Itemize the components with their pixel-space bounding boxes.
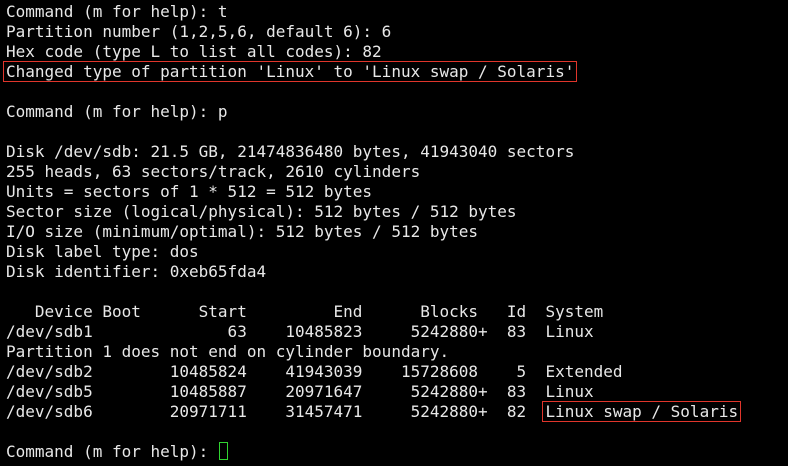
partition-table-header: Device Boot Start End Blocks Id System: [6, 302, 604, 321]
sector-size-line: Sector size (logical/physical): 512 byte…: [6, 202, 517, 221]
terminal-line: Sector size (logical/physical): 512 byte…: [6, 202, 788, 222]
terminal-line: Disk label type: dos: [6, 242, 788, 262]
terminal-line: Hex code (type L to list all codes): 82: [6, 42, 788, 62]
terminal-line: Command (m for help): t: [6, 2, 788, 22]
command-prompt: Command (m for help):: [6, 442, 218, 461]
terminal-line: Units = sectors of 1 * 512 = 512 bytes: [6, 182, 788, 202]
partition-row-sdb5: /dev/sdb5 10485887 20971647 5242880+ 83 …: [6, 382, 594, 401]
units-line: Units = sectors of 1 * 512 = 512 bytes: [6, 182, 373, 201]
partition-number-line: Partition number (1,2,5,6, default 6): 6: [6, 22, 392, 41]
command-line: Command (m for help): p: [6, 102, 228, 121]
terminal-line: Disk /dev/sdb: 21.5 GB, 21474836480 byte…: [6, 142, 788, 162]
table-row: /dev/sdb6 20971711 31457471 5242880+ 82 …: [6, 401, 788, 422]
partition-row-sdb6: /dev/sdb6 20971711 31457471 5242880+ 82: [6, 402, 546, 421]
geometry-line: 255 heads, 63 sectors/track, 2610 cylind…: [6, 162, 421, 181]
terminal-line: I/O size (minimum/optimal): 512 bytes / …: [6, 222, 788, 242]
io-size-line: I/O size (minimum/optimal): 512 bytes / …: [6, 222, 479, 241]
terminal-line: Changed type of partition 'Linux' to 'Li…: [2, 61, 788, 82]
disk-identifier-line: Disk identifier: 0xeb65fda4: [6, 262, 267, 281]
hex-code-line: Hex code (type L to list all codes): 82: [6, 42, 382, 61]
cylinder-warning-line: Partition 1 does not end on cylinder bou…: [6, 342, 450, 361]
disk-info-line: Disk /dev/sdb: 21.5 GB, 21474836480 byte…: [6, 142, 575, 161]
sdb6-system-highlight: Linux swap / Solaris: [542, 401, 742, 422]
terminal-line: Partition number (1,2,5,6, default 6): 6: [6, 22, 788, 42]
partition-row-sdb2: /dev/sdb2 10485824 41943039 15728608 5 E…: [6, 362, 623, 381]
terminal-cursor[interactable]: [218, 442, 228, 460]
terminal-line: Disk identifier: 0xeb65fda4: [6, 262, 788, 282]
terminal-line: 255 heads, 63 sectors/track, 2610 cylind…: [6, 162, 788, 182]
changed-type-message: Changed type of partition 'Linux' to 'Li…: [2, 61, 578, 82]
terminal-window[interactable]: Command (m for help): t Partition number…: [0, 0, 788, 466]
table-row: /dev/sdb5 10485887 20971647 5242880+ 83 …: [6, 382, 788, 402]
prompt-line[interactable]: Command (m for help):: [6, 442, 788, 462]
terminal-line: Partition 1 does not end on cylinder bou…: [6, 342, 788, 362]
label-type-line: Disk label type: dos: [6, 242, 199, 261]
table-row: /dev/sdb2 10485824 41943039 15728608 5 E…: [6, 362, 788, 382]
command-line: Command (m for help): t: [6, 2, 228, 21]
table-header: Device Boot Start End Blocks Id System: [6, 302, 788, 322]
partition-row-sdb1: /dev/sdb1 63 10485823 5242880+ 83 Linux: [6, 322, 594, 341]
terminal-line: Command (m for help): p: [6, 102, 788, 122]
table-row: /dev/sdb1 63 10485823 5242880+ 83 Linux: [6, 322, 788, 342]
